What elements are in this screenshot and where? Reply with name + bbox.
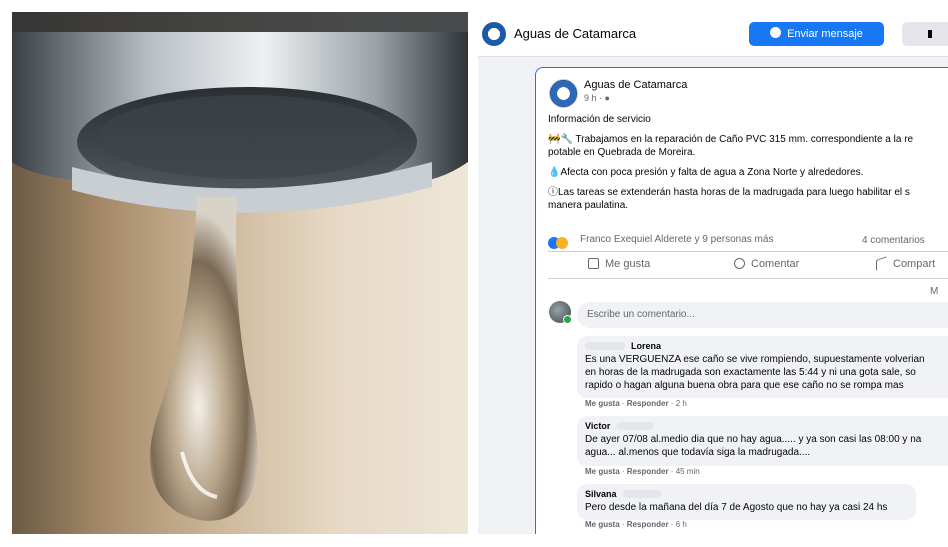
comment-text: rapido o hagan alguna buena obra para qu… — [585, 380, 904, 391]
like-label: Me gusta — [605, 258, 651, 270]
divider — [548, 278, 948, 279]
comment-button[interactable]: Comentar — [734, 258, 799, 270]
comment-time[interactable]: 45 min — [676, 467, 700, 476]
redacted-name — [622, 490, 661, 498]
comment-meta: Me gusta · Responder · 6 h — [585, 520, 687, 529]
globe-icon: ● — [604, 93, 610, 103]
comment-text: agua... al.menos que todavía siga la mad… — [585, 447, 811, 458]
redacted-name — [616, 422, 655, 430]
share-icon — [876, 255, 887, 272]
comment-author[interactable]: Lorena — [631, 341, 661, 351]
thumbs-up-icon — [588, 258, 599, 269]
comment-time[interactable]: 6 h — [676, 520, 687, 529]
comment-reply-link[interactable]: Responder — [627, 399, 669, 408]
like-button[interactable]: Me gusta — [588, 258, 650, 270]
page-name[interactable]: Aguas de Catamarca — [514, 26, 636, 41]
comment-text: en horas de la madrugada son exactamente… — [585, 367, 916, 378]
send-message-label: Enviar mensaje — [787, 28, 863, 40]
send-message-button[interactable]: Enviar mensaje — [749, 22, 884, 46]
share-button[interactable]: Compart — [876, 255, 936, 272]
messenger-icon — [770, 27, 782, 38]
redacted-name — [585, 342, 625, 350]
comment-author[interactable]: Silvana — [585, 489, 617, 499]
post-line: manera paulatina. — [548, 200, 629, 211]
comment-like-link[interactable]: Me gusta — [585, 520, 620, 529]
angry-reaction-icon — [556, 236, 568, 249]
divider — [548, 251, 948, 252]
post-author[interactable]: Aguas de Catamarca — [584, 79, 687, 91]
comment-bubble: Silvana Pero desde la mañana del día 7 d… — [577, 484, 916, 520]
comment-like-link[interactable]: Me gusta — [585, 399, 620, 408]
comments-count[interactable]: 4 comentarios — [862, 235, 925, 246]
comment-text: De ayer 07/08 al.medio dia que no hay ag… — [585, 434, 922, 445]
post-line: 💧Afecta con poca presión y falta de agua… — [548, 167, 864, 178]
comment-input[interactable]: Escribe un comentario... — [577, 302, 948, 328]
comment-reply-link[interactable]: Responder — [627, 467, 669, 476]
comment-bubble: Lorena Es una VERGUENZA ese caño se vive… — [577, 336, 948, 398]
post-line: potable en Quebrada de Moreira. — [548, 147, 696, 158]
more-options-button[interactable] — [902, 22, 948, 46]
user-avatar[interactable] — [549, 301, 572, 324]
post-time[interactable]: 9 h · ● — [584, 93, 610, 103]
author-avatar[interactable] — [549, 79, 578, 108]
reactions-summary[interactable]: Franco Exequiel Alderete y 9 personas má… — [580, 234, 773, 245]
post-line: ⓘLas tareas se extenderán hasta horas de… — [548, 187, 910, 198]
comment-reply-link[interactable]: Responder — [627, 520, 669, 529]
comment-label: Comentar — [751, 258, 800, 270]
post-time-label: 9 h · — [584, 93, 605, 103]
share-label: Compart — [893, 258, 936, 270]
faucet-photo — [12, 12, 468, 534]
comment-time[interactable]: 2 h — [676, 399, 687, 408]
comment-text: Pero desde la mañana del día 7 de Agosto… — [585, 502, 888, 513]
page-header: Aguas de Catamarca Enviar mensaje — [478, 12, 948, 57]
page-logo-icon[interactable] — [482, 22, 506, 46]
comments-sort[interactable]: M — [930, 286, 938, 297]
comment-author[interactable]: Victor — [585, 421, 610, 431]
comment-text: Es una VERGUENZA ese caño se vive rompie… — [585, 354, 925, 365]
post-line: 🚧🔧 Trabajamos en la reparación de Caño P… — [548, 134, 914, 145]
comment-meta: Me gusta · Responder · 45 min — [585, 467, 700, 476]
comment-like-link[interactable]: Me gusta — [585, 467, 620, 476]
online-status-icon — [563, 315, 572, 324]
facebook-panel: Aguas de Catamarca Enviar mensaje Aguas … — [478, 12, 948, 534]
post-title: Información de servicio — [548, 114, 651, 125]
post-card: Aguas de Catamarca 9 h · ● Información d… — [535, 67, 948, 534]
comment-icon — [734, 258, 745, 269]
comment-bubble: Victor De ayer 07/08 al.medio dia que no… — [577, 416, 948, 466]
comment-meta: Me gusta · Responder · 2 h — [585, 399, 687, 408]
more-icon — [928, 30, 932, 38]
reaction-icons[interactable] — [548, 234, 568, 249]
